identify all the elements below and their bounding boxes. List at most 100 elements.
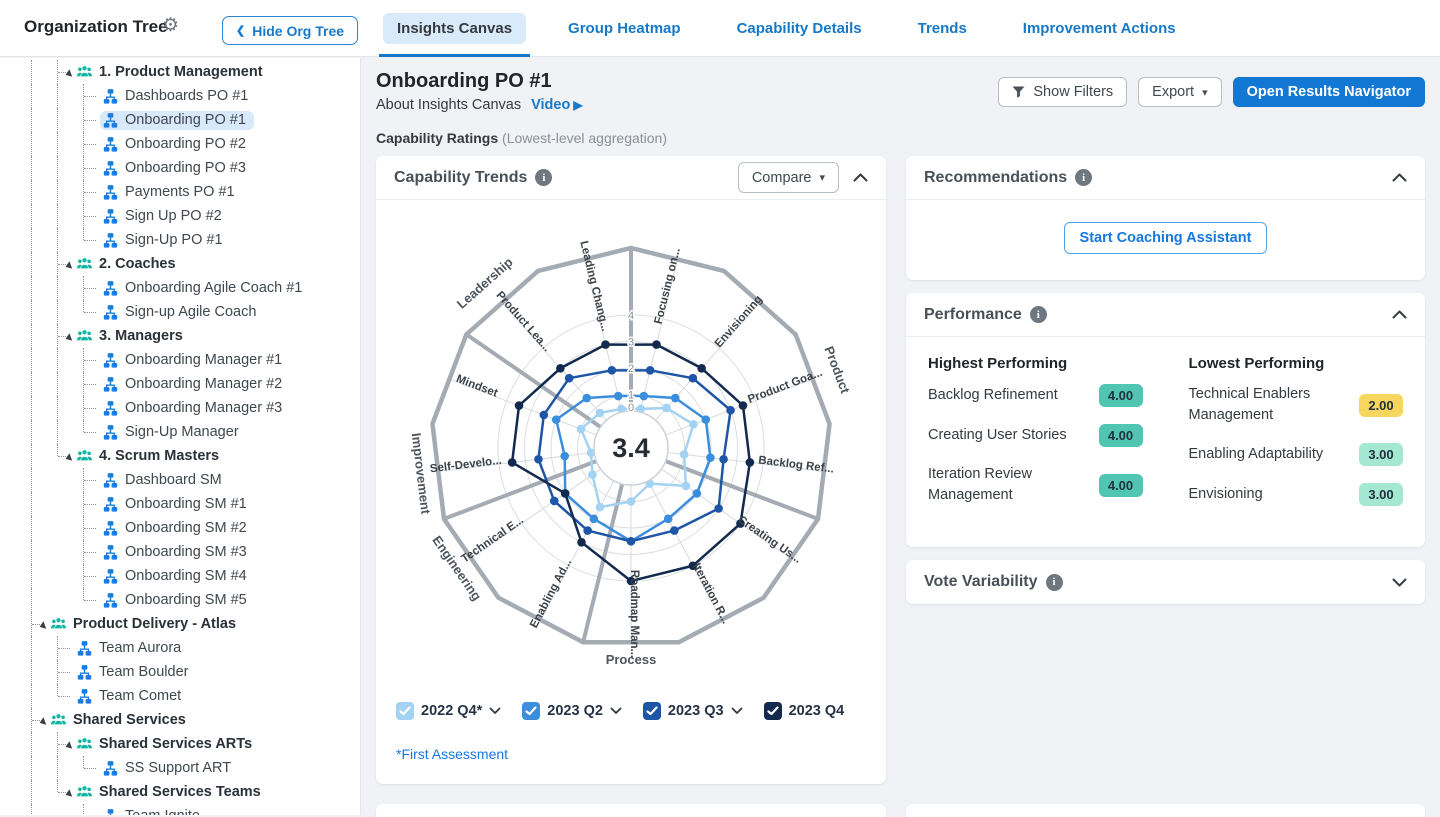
highest-performing-title: Highest Performing (928, 355, 1143, 372)
tab-insights-canvas[interactable]: Insights Canvas (383, 0, 526, 57)
org-chart-icon (102, 808, 119, 816)
tree-item-product-delivery-atlas[interactable]: Product Delivery - Atlas (0, 612, 360, 636)
tab-improvement-actions[interactable]: Improvement Actions (1009, 0, 1190, 57)
hide-org-tree-button[interactable]: ❮ Hide Org Tree (222, 16, 358, 45)
tree-item-dashboard-sm[interactable]: Dashboard SM (0, 468, 360, 492)
tree-item-sign-up-agile-coach[interactable]: Sign-up Agile Coach (0, 300, 360, 324)
team-group-icon (76, 256, 93, 273)
caret-down-icon: ▾ (819, 171, 825, 184)
tree-item-onboarding-sm-5[interactable]: Onboarding SM #5 (0, 588, 360, 612)
export-button[interactable]: Export ▾ (1138, 77, 1221, 107)
collapse-chevron-down-icon[interactable] (1392, 578, 1407, 587)
tree-item-team-boulder[interactable]: Team Boulder (0, 660, 360, 684)
tree-item-onboarding-sm-2[interactable]: Onboarding SM #2 (0, 516, 360, 540)
expander-arrow-icon[interactable] (36, 716, 49, 729)
expander-arrow-icon[interactable] (62, 332, 75, 345)
checkbox-checked-icon[interactable] (764, 702, 782, 720)
tree-item-onboarding-sm-1[interactable]: Onboarding SM #1 (0, 492, 360, 516)
expander-arrow-icon[interactable] (62, 740, 75, 753)
gear-icon[interactable]: ⚙ (162, 14, 179, 37)
checkbox-checked-icon[interactable] (643, 702, 661, 720)
tree-item-label: Sign-up Agile Coach (125, 304, 256, 320)
open-results-navigator-button[interactable]: Open Results Navigator (1233, 77, 1425, 107)
recommendations-title: Recommendations (924, 169, 1067, 187)
org-chart-icon (102, 280, 119, 297)
performance-title: Performance (924, 306, 1022, 324)
tree-item-onboarding-manager-3[interactable]: Onboarding Manager #3 (0, 396, 360, 420)
tab-group-heatmap[interactable]: Group Heatmap (554, 0, 695, 57)
tree-item-label: Shared Services (73, 712, 186, 728)
expander-arrow-icon[interactable] (62, 788, 75, 801)
score-badge: 4.00 (1099, 474, 1143, 497)
info-icon[interactable]: i (1046, 574, 1063, 591)
period-toggle-2023-q2[interactable]: 2023 Q2 (522, 702, 622, 720)
tree-item-sign-up-po-2[interactable]: Sign Up PO #2 (0, 204, 360, 228)
tree-item-shared-services-arts[interactable]: Shared Services ARTs (0, 732, 360, 756)
checkbox-checked-icon[interactable] (396, 702, 414, 720)
tree-item-label: Onboarding PO #3 (125, 160, 246, 176)
collapse-chevron-up-icon[interactable] (1392, 173, 1407, 182)
performance-card: Performance i Highest Performing Backlog… (906, 293, 1425, 547)
tree-item-dashboards-po-1[interactable]: Dashboards PO #1 (0, 84, 360, 108)
info-icon[interactable]: i (1030, 306, 1047, 323)
tree-item-payments-po-1[interactable]: Payments PO #1 (0, 180, 360, 204)
tab-trends[interactable]: Trends (904, 0, 981, 57)
compare-button[interactable]: Compare ▾ (738, 162, 839, 193)
vote-variability-card: Vote Variability i (906, 560, 1425, 604)
tree-item-onboarding-po-2[interactable]: Onboarding PO #2 (0, 132, 360, 156)
tree-item-sign-up-manager[interactable]: Sign-Up Manager (0, 420, 360, 444)
tree-item-4-scrum-masters[interactable]: 4. Scrum Masters (0, 444, 360, 468)
tree-item-3-managers[interactable]: 3. Managers (0, 324, 360, 348)
tree-item-onboarding-manager-2[interactable]: Onboarding Manager #2 (0, 372, 360, 396)
org-chart-icon (102, 760, 119, 777)
expander-arrow-icon[interactable] (62, 260, 75, 273)
chevron-down-icon[interactable] (489, 707, 501, 715)
tree-item-onboarding-manager-1[interactable]: Onboarding Manager #1 (0, 348, 360, 372)
tree-item-onboarding-agile-coach-1[interactable]: Onboarding Agile Coach #1 (0, 276, 360, 300)
start-coaching-assistant-button[interactable]: Start Coaching Assistant (1064, 222, 1268, 254)
info-icon[interactable]: i (535, 169, 552, 186)
tree-item-team-comet[interactable]: Team Comet (0, 684, 360, 708)
period-toggle-2023-q4[interactable]: 2023 Q4 (764, 702, 845, 720)
collapse-chevron-up-icon[interactable] (853, 173, 868, 182)
svg-text:Roadmap Man...: Roadmap Man... (628, 570, 640, 658)
tree-item-1-product-management[interactable]: 1. Product Management (0, 60, 360, 84)
period-toggle-2023-q3[interactable]: 2023 Q3 (643, 702, 743, 720)
expander-arrow-icon[interactable] (62, 452, 75, 465)
expander-arrow-icon[interactable] (62, 68, 75, 81)
period-toggle-2022-q4-[interactable]: 2022 Q4* (396, 702, 501, 720)
performance-row: Envisioning3.00 (1189, 483, 1404, 506)
svg-text:Creating Us...: Creating Us... (735, 514, 803, 566)
tree-item-ss-support-art[interactable]: SS Support ART (0, 756, 360, 780)
info-icon[interactable]: i (1075, 169, 1092, 186)
tree-item-team-ignite[interactable]: Team Ignite (0, 804, 360, 815)
first-assessment-footnote[interactable]: *First Assessment (376, 720, 886, 784)
tree-item-sign-up-po-1[interactable]: Sign-Up PO #1 (0, 228, 360, 252)
tab-capability-details[interactable]: Capability Details (723, 0, 876, 57)
tree-item-onboarding-sm-3[interactable]: Onboarding SM #3 (0, 540, 360, 564)
play-icon: ▶ (573, 98, 582, 112)
svg-text:Mindset: Mindset (454, 373, 499, 400)
org-chart-icon (102, 136, 119, 153)
aggregation-note: (Lowest-level aggregation) (502, 130, 667, 146)
svg-text:Backlog Ref...: Backlog Ref... (758, 454, 835, 475)
tree-item-team-aurora[interactable]: Team Aurora (0, 636, 360, 660)
tree-item-label: Onboarding Manager #1 (125, 352, 282, 368)
tree-item-onboarding-po-3[interactable]: Onboarding PO #3 (0, 156, 360, 180)
chevron-down-icon[interactable] (731, 707, 743, 715)
org-tree-title: Organization Tree (24, 17, 168, 37)
chevron-left-icon: ❮ (236, 24, 245, 37)
tree-item-onboarding-sm-4[interactable]: Onboarding SM #4 (0, 564, 360, 588)
tree-item-2-coaches[interactable]: 2. Coaches (0, 252, 360, 276)
performance-row: Iteration Review Management4.00 (928, 464, 1143, 506)
expander-arrow-icon[interactable] (36, 620, 49, 633)
chevron-down-icon[interactable] (610, 707, 622, 715)
video-link[interactable]: Video ▶ (531, 97, 582, 113)
checkbox-checked-icon[interactable] (522, 702, 540, 720)
tree-item-shared-services[interactable]: Shared Services (0, 708, 360, 732)
show-filters-button[interactable]: Show Filters (998, 77, 1127, 107)
tree-item-label: Team Ignite (125, 808, 200, 815)
tree-item-onboarding-po-1[interactable]: Onboarding PO #1 (0, 108, 360, 132)
tree-item-shared-services-teams[interactable]: Shared Services Teams (0, 780, 360, 804)
collapse-chevron-up-icon[interactable] (1392, 310, 1407, 319)
